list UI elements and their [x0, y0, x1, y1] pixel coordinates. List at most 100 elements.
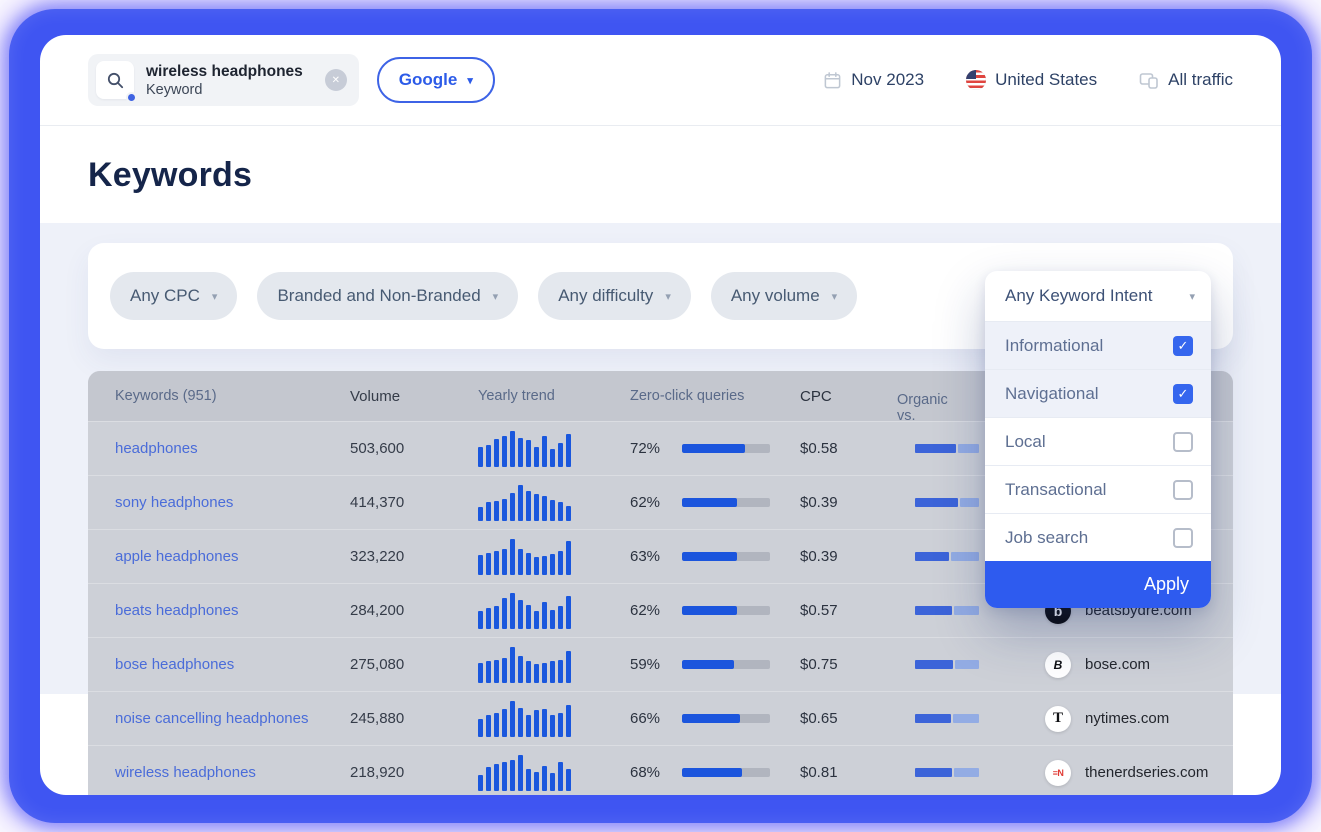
trend-bar [566, 506, 571, 521]
domain-cell[interactable]: T nytimes.com [1045, 706, 1233, 732]
column-header-organic[interactable]: Organic vs. [897, 392, 961, 401]
location-label: United States [995, 70, 1097, 90]
trend-bar [550, 500, 555, 521]
zero-click-bar [682, 444, 770, 453]
trend-bar [542, 496, 547, 521]
domain-cell[interactable]: B bose.com [1045, 652, 1233, 678]
zero-click-bar [682, 552, 770, 561]
trend-bar [558, 443, 563, 467]
table-row[interactable]: wireless headphones 218,920 68% $0.81 ≡N… [88, 745, 1233, 795]
trend-bar [558, 660, 563, 683]
keyword-search-box[interactable]: wireless headphones Keyword ✕ [88, 54, 359, 106]
clear-search-button[interactable]: ✕ [325, 69, 347, 91]
domain-favicon: ≡N [1045, 760, 1071, 786]
column-header-trend[interactable]: Yearly trend [478, 388, 630, 404]
cpc-cell: $0.39 [800, 548, 915, 565]
column-header-zero-click[interactable]: Zero-click queries [630, 388, 800, 404]
organic-vs-paid-bar [915, 606, 979, 615]
table-row[interactable]: bose headphones 275,080 59% $0.75 B bose… [88, 637, 1233, 691]
intent-option[interactable]: Job search [985, 513, 1211, 561]
trend-bar [542, 556, 547, 575]
trend-bar [534, 772, 539, 791]
zero-click-fill [682, 444, 745, 453]
column-header-keywords[interactable]: Keywords (951) [88, 388, 350, 404]
keyword-link[interactable]: headphones [115, 440, 198, 457]
keyword-link[interactable]: sony headphones [115, 494, 233, 511]
trend-bar [566, 541, 571, 575]
trend-bar [566, 705, 571, 737]
domain-name: bose.com [1085, 656, 1150, 673]
domain-favicon: B [1045, 652, 1071, 678]
trend-bar [486, 502, 491, 521]
organic-vs-paid-bar [915, 768, 979, 777]
keyword-intent-label: Any Keyword Intent [1005, 286, 1152, 306]
trend-bar [526, 661, 531, 683]
zero-click-fill [682, 660, 734, 669]
search-engine-dropdown[interactable]: Google ▾ [377, 57, 495, 103]
trend-bar [494, 606, 499, 629]
trend-bar [502, 436, 507, 467]
trend-bar [558, 762, 563, 791]
filter-pill[interactable]: Any volume ▾ [711, 272, 857, 320]
keyword-link[interactable]: bose headphones [115, 656, 234, 673]
intent-option[interactable]: Informational ✓ [985, 321, 1211, 369]
keyword-link[interactable]: noise cancelling headphones [115, 710, 308, 727]
column-header-volume[interactable]: Volume [350, 388, 478, 405]
organic-bar [915, 444, 956, 453]
trend-bar [510, 760, 515, 791]
organic-bar [915, 552, 949, 561]
trend-bar [518, 755, 523, 791]
trend-bar [494, 713, 499, 737]
trend-bar [510, 493, 515, 521]
zero-click-bar [682, 714, 770, 723]
keyword-intent-trigger[interactable]: Any Keyword Intent ▾ [985, 271, 1211, 321]
keyword-link[interactable]: wireless headphones [115, 764, 256, 781]
keyword-link[interactable]: beats headphones [115, 602, 238, 619]
trend-chart [478, 755, 630, 791]
paid-bar [954, 606, 979, 615]
traffic-selector[interactable]: All traffic [1139, 70, 1233, 90]
trend-bar [486, 553, 491, 575]
date-selector[interactable]: Nov 2023 [823, 70, 924, 90]
search-icon [96, 61, 134, 99]
filter-pill[interactable]: Any difficulty ▾ [538, 272, 691, 320]
chevron-down-icon: ▾ [493, 290, 499, 303]
table-row[interactable]: noise cancelling headphones 245,880 66% … [88, 691, 1233, 745]
screenshot-stage: wireless headphones Keyword ✕ Google ▾ N… [0, 0, 1321, 832]
filter-pill-label: Any CPC [130, 286, 200, 306]
intent-option[interactable]: Transactional [985, 465, 1211, 513]
zero-click-fill [682, 768, 742, 777]
intent-checkbox[interactable] [1173, 528, 1193, 548]
domain-cell[interactable]: ≡N thenerdseries.com [1045, 760, 1233, 786]
trend-bar [550, 554, 555, 575]
intent-checkbox[interactable] [1173, 432, 1193, 452]
intent-option[interactable]: Navigational ✓ [985, 369, 1211, 417]
volume-cell: 275,080 [350, 656, 478, 673]
trend-bar [526, 440, 531, 467]
zero-click-bar [682, 660, 770, 669]
trend-bar [526, 491, 531, 521]
filter-pill[interactable]: Any CPC ▾ [110, 272, 237, 320]
filter-pill[interactable]: Branded and Non-Branded ▾ [257, 272, 518, 320]
keyword-link[interactable]: apple headphones [115, 548, 238, 565]
search-engine-label: Google [399, 70, 458, 90]
trend-bar [518, 708, 523, 737]
intent-checkbox[interactable]: ✓ [1173, 384, 1193, 404]
volume-cell: 414,370 [350, 494, 478, 511]
us-flag-icon [966, 70, 986, 90]
intent-checkbox[interactable] [1173, 480, 1193, 500]
cpc-cell: $0.81 [800, 764, 915, 781]
intent-checkbox[interactable]: ✓ [1173, 336, 1193, 356]
app-window: wireless headphones Keyword ✕ Google ▾ N… [40, 35, 1281, 795]
apply-button[interactable]: Apply [985, 561, 1211, 608]
trend-bar [494, 501, 499, 521]
trend-bar [550, 449, 555, 467]
intent-option-label: Local [1005, 432, 1046, 452]
trend-bar [558, 551, 563, 575]
zero-click-fill [682, 714, 740, 723]
intent-option[interactable]: Local [985, 417, 1211, 465]
location-selector[interactable]: United States [966, 70, 1097, 90]
search-texts: wireless headphones Keyword [146, 62, 303, 99]
domain-name: nytimes.com [1085, 710, 1169, 727]
trend-bar [502, 762, 507, 791]
